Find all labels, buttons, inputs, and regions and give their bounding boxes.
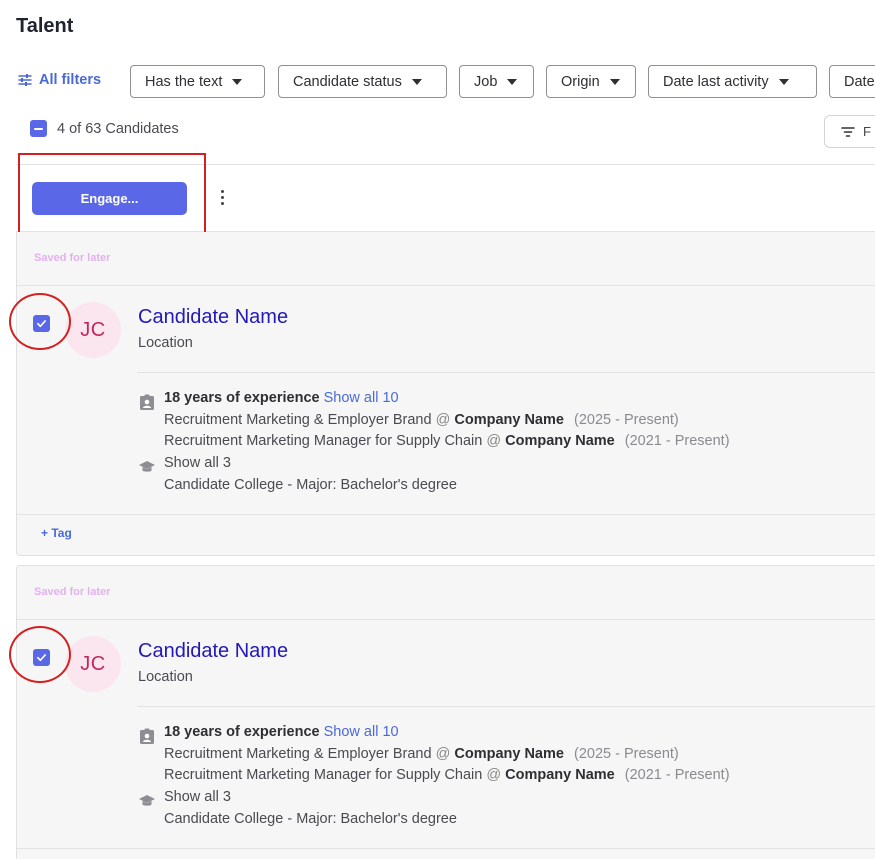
job-dates: (2025 - Present) xyxy=(573,412,679,428)
job-entry: Recruitment Marketing & Employer Brand @… xyxy=(164,412,679,428)
caret-down-icon xyxy=(778,78,789,85)
sort-filter-label: F xyxy=(863,124,871,139)
check-icon xyxy=(37,320,46,328)
bulk-action-bar: Engage... xyxy=(16,164,875,232)
experience-years: 18 years of experience xyxy=(164,724,320,740)
caret-down-icon xyxy=(609,78,620,85)
id-badge-icon xyxy=(140,394,154,410)
divider xyxy=(17,848,875,849)
divider xyxy=(17,514,875,515)
at-symbol: @ xyxy=(486,767,502,783)
filter-lines-icon xyxy=(841,126,855,137)
education-entry: Candidate College - Major: Bachelor's de… xyxy=(164,477,457,493)
candidate-name-link[interactable]: Candidate Name xyxy=(138,640,288,663)
show-all-education-link[interactable]: Show all 3 xyxy=(164,789,231,805)
candidate-location: Location xyxy=(138,335,193,351)
candidate-card: Saved for later JC Candidate Name Locati… xyxy=(16,232,875,556)
show-all-experience-link[interactable]: Show all 10 xyxy=(324,724,399,740)
all-filters-label: All filters xyxy=(39,72,102,88)
filter-chip-date[interactable]: Date xyxy=(829,65,875,98)
saved-for-later-label: Saved for later xyxy=(34,586,111,598)
filter-chip-label: Job xyxy=(474,73,498,90)
saved-for-later-label: Saved for later xyxy=(34,252,111,264)
caret-down-icon xyxy=(232,78,243,85)
sort-filter-button[interactable]: F xyxy=(824,115,875,148)
show-all-education-link[interactable]: Show all 3 xyxy=(164,455,231,471)
experience-summary: 18 years of experience Show all 10 xyxy=(164,724,399,740)
candidate-name-link[interactable]: Candidate Name xyxy=(138,306,288,329)
at-symbol: @ xyxy=(486,433,502,449)
job-title: Recruitment Marketing Manager for Supply… xyxy=(164,433,483,449)
id-badge-icon xyxy=(140,728,154,744)
job-entry: Recruitment Marketing Manager for Supply… xyxy=(164,433,730,449)
filter-chip-label: Origin xyxy=(561,73,600,90)
job-entry: Recruitment Marketing & Employer Brand @… xyxy=(164,746,679,762)
filter-chip-has-text[interactable]: Has the text xyxy=(130,65,265,98)
experience-years: 18 years of experience xyxy=(164,390,320,406)
filter-chip-label: Date last activity xyxy=(663,73,769,90)
job-dates: (2021 - Present) xyxy=(624,767,730,783)
company-name: Company Name xyxy=(454,746,564,762)
page-title: Talent xyxy=(16,15,74,37)
filter-chip-label: Has the text xyxy=(145,73,223,90)
graduation-cap-icon xyxy=(139,461,155,472)
filter-chip-candidate-status[interactable]: Candidate status xyxy=(278,65,447,98)
education-entry: Candidate College - Major: Bachelor's de… xyxy=(164,811,457,827)
avatar: JC xyxy=(65,636,121,692)
show-all-experience-link[interactable]: Show all 10 xyxy=(324,390,399,406)
job-title: Recruitment Marketing & Employer Brand xyxy=(164,412,432,428)
graduation-cap-icon xyxy=(139,795,155,806)
select-all-checkbox[interactable] xyxy=(30,120,47,137)
company-name: Company Name xyxy=(505,433,615,449)
engage-button[interactable]: Engage... xyxy=(32,182,187,215)
filter-chip-origin[interactable]: Origin xyxy=(546,65,636,98)
divider xyxy=(17,285,875,286)
sliders-icon xyxy=(18,74,32,86)
company-name: Company Name xyxy=(454,412,564,428)
avatar: JC xyxy=(65,302,121,358)
selection-summary: 4 of 63 Candidates xyxy=(30,120,179,137)
filter-chip-date-last-activity[interactable]: Date last activity xyxy=(648,65,817,98)
divider xyxy=(17,619,875,620)
candidate-count: 4 of 63 Candidates xyxy=(57,120,179,137)
job-title: Recruitment Marketing Manager for Supply… xyxy=(164,767,483,783)
job-dates: (2021 - Present) xyxy=(624,433,730,449)
at-symbol: @ xyxy=(435,746,451,762)
divider xyxy=(137,372,875,373)
candidate-card: Saved for later JC Candidate Name Locati… xyxy=(16,565,875,859)
all-filters-button[interactable]: All filters xyxy=(18,72,101,88)
divider xyxy=(137,706,875,707)
caret-down-icon xyxy=(411,78,422,85)
candidate-checkbox[interactable] xyxy=(33,649,50,666)
more-actions-icon[interactable] xyxy=(216,190,228,210)
filter-chip-label: Candidate status xyxy=(293,73,402,90)
at-symbol: @ xyxy=(435,412,451,428)
job-entry: Recruitment Marketing Manager for Supply… xyxy=(164,767,730,783)
filter-chip-job[interactable]: Job xyxy=(459,65,534,98)
candidate-location: Location xyxy=(138,669,193,685)
check-icon xyxy=(37,654,46,662)
company-name: Company Name xyxy=(505,767,615,783)
filter-chip-label: Date xyxy=(844,73,875,90)
candidate-checkbox[interactable] xyxy=(33,315,50,332)
experience-summary: 18 years of experience Show all 10 xyxy=(164,390,399,406)
job-dates: (2025 - Present) xyxy=(573,746,679,762)
job-title: Recruitment Marketing & Employer Brand xyxy=(164,746,432,762)
add-tag-link[interactable]: + Tag xyxy=(41,526,72,540)
caret-down-icon xyxy=(507,78,518,85)
